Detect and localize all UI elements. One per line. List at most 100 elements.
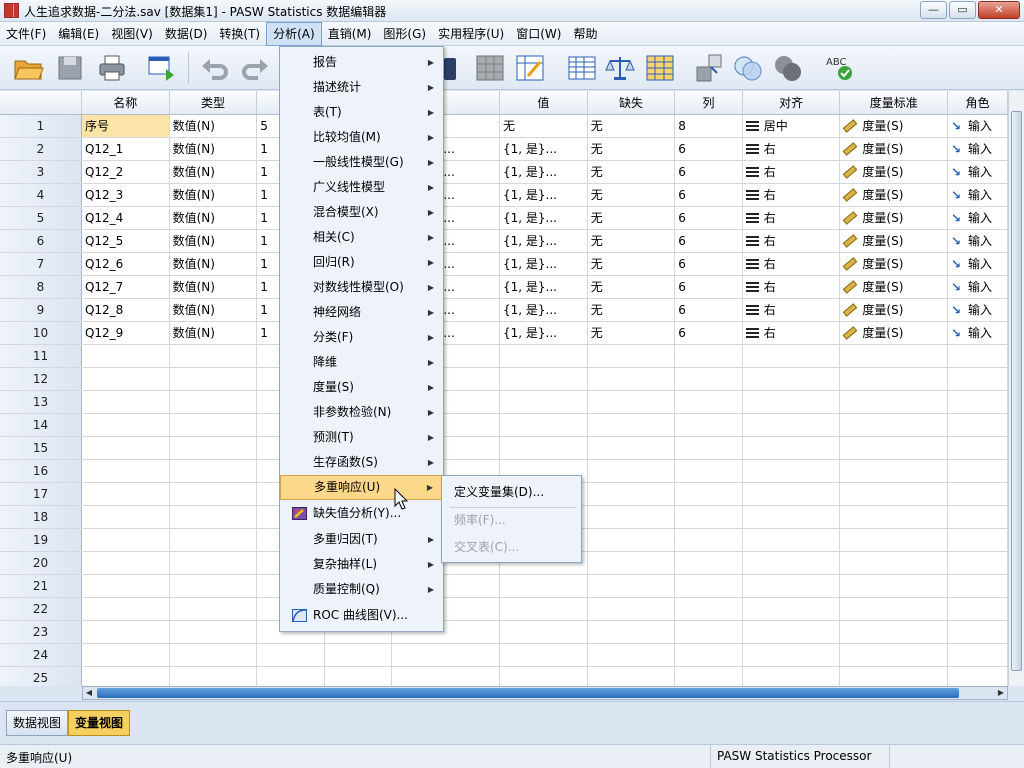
cell-type[interactable]: 数值(N)	[169, 206, 258, 230]
row-number[interactable]: 24	[0, 643, 82, 667]
submenu-define-variable-sets[interactable]: 定义变量集(D)...	[442, 479, 581, 505]
cell-name[interactable]: Q12_8	[81, 298, 170, 322]
cell-measure[interactable]: 度量(S)	[839, 321, 949, 345]
tab-data-view[interactable]: 数据视图	[6, 710, 69, 736]
cell-role[interactable]: ↘ 输入	[947, 298, 1008, 322]
horizontal-scrollbar[interactable]: ◀ ▶	[82, 686, 1008, 700]
vertical-scrollbar[interactable]	[1008, 91, 1024, 686]
empty-cell[interactable]	[674, 505, 743, 529]
analyze-menu-item[interactable]: 降维 ▶	[280, 350, 443, 375]
empty-cell[interactable]	[169, 367, 258, 391]
analyze-menu-item[interactable]: 相关(C) ▶	[280, 225, 443, 250]
row-number[interactable]: 6	[0, 229, 82, 253]
menu-window[interactable]: 窗口(W)	[510, 22, 567, 46]
empty-cell[interactable]	[947, 390, 1008, 414]
empty-cell[interactable]	[947, 597, 1008, 621]
row-number[interactable]: 23	[0, 620, 82, 644]
cell-missing[interactable]: 无	[587, 183, 676, 207]
empty-cell[interactable]	[391, 643, 500, 667]
empty-cell[interactable]	[169, 505, 258, 529]
cell-name[interactable]: Q12_4	[81, 206, 170, 230]
row-number[interactable]: 9	[0, 298, 82, 322]
cell-values[interactable]: {1, 是}...	[499, 160, 588, 184]
cell-missing[interactable]: 无	[587, 229, 676, 253]
row-number[interactable]: 12	[0, 367, 82, 391]
empty-cell[interactable]	[947, 505, 1008, 529]
row-number[interactable]: 1	[0, 114, 82, 138]
empty-cell[interactable]	[742, 436, 841, 460]
empty-cell[interactable]	[81, 344, 170, 368]
cell-measure[interactable]: 度量(S)	[839, 114, 949, 138]
cell-values[interactable]: {1, 是}...	[499, 321, 588, 345]
empty-cell[interactable]	[169, 528, 258, 552]
row-number[interactable]: 22	[0, 597, 82, 621]
cell-values[interactable]: {1, 是}...	[499, 275, 588, 299]
close-button[interactable]: ✕	[978, 1, 1020, 19]
cell-values[interactable]: {1, 是}...	[499, 298, 588, 322]
empty-cell[interactable]	[587, 505, 676, 529]
empty-cell[interactable]	[742, 620, 841, 644]
use-sets-icon[interactable]	[732, 52, 764, 84]
show-all-variables-icon[interactable]	[772, 52, 804, 84]
value-labels-icon[interactable]	[694, 52, 726, 84]
menu-transform[interactable]: 转换(T)	[213, 22, 266, 46]
cell-missing[interactable]: 无	[587, 206, 676, 230]
empty-cell[interactable]	[587, 482, 676, 506]
open-folder-icon[interactable]	[12, 52, 44, 84]
empty-cell[interactable]	[839, 344, 949, 368]
save-icon[interactable]	[54, 52, 86, 84]
menu-analyze[interactable]: 分析(A)	[266, 22, 322, 46]
empty-cell[interactable]	[839, 459, 949, 483]
analyze-menu-item[interactable]: 多重归因(T) ▶	[280, 527, 443, 552]
cell-align[interactable]: 右	[742, 298, 841, 322]
empty-cell[interactable]	[499, 436, 588, 460]
cell-missing[interactable]: 无	[587, 160, 676, 184]
analyze-menu-item[interactable]: 混合模型(X) ▶	[280, 200, 443, 225]
empty-cell[interactable]	[499, 344, 588, 368]
empty-cell[interactable]	[839, 390, 949, 414]
cell-measure[interactable]: 度量(S)	[839, 183, 949, 207]
cell-measure[interactable]: 度量(S)	[839, 252, 949, 276]
empty-cell[interactable]	[169, 574, 258, 598]
empty-cell[interactable]	[839, 413, 949, 437]
empty-cell[interactable]	[674, 528, 743, 552]
corner-cell[interactable]	[0, 91, 82, 115]
empty-cell[interactable]	[499, 574, 588, 598]
find-icon[interactable]	[474, 52, 506, 84]
empty-cell[interactable]	[742, 367, 841, 391]
cell-type[interactable]: 数值(N)	[169, 298, 258, 322]
analyze-menu-item[interactable]: 度量(S) ▶	[280, 375, 443, 400]
empty-cell[interactable]	[169, 344, 258, 368]
empty-cell[interactable]	[81, 505, 170, 529]
cell-values[interactable]: {1, 是}...	[499, 252, 588, 276]
empty-cell[interactable]	[81, 551, 170, 575]
cell-align[interactable]: 右	[742, 206, 841, 230]
row-number[interactable]: 11	[0, 344, 82, 368]
column-header-measure[interactable]: 度量标准	[839, 91, 949, 115]
analyze-menu-item[interactable]: ROC 曲线图(V)...	[280, 603, 443, 628]
empty-cell[interactable]	[499, 367, 588, 391]
analyze-menu-item[interactable]: 表(T) ▶	[280, 100, 443, 125]
empty-cell[interactable]	[742, 482, 841, 506]
cell-name[interactable]: Q12_3	[81, 183, 170, 207]
cell-align[interactable]: 居中	[742, 114, 841, 138]
empty-cell[interactable]	[256, 666, 325, 686]
cell-type[interactable]: 数值(N)	[169, 114, 258, 138]
empty-cell[interactable]	[81, 666, 170, 686]
empty-cell[interactable]	[499, 597, 588, 621]
empty-cell[interactable]	[947, 482, 1008, 506]
cell-align[interactable]: 右	[742, 183, 841, 207]
empty-cell[interactable]	[674, 482, 743, 506]
cell-values[interactable]: {1, 是}...	[499, 229, 588, 253]
empty-cell[interactable]	[81, 459, 170, 483]
row-number[interactable]: 16	[0, 459, 82, 483]
cell-missing[interactable]: 无	[587, 298, 676, 322]
row-number[interactable]: 17	[0, 482, 82, 506]
empty-cell[interactable]	[947, 367, 1008, 391]
row-number[interactable]: 20	[0, 551, 82, 575]
empty-cell[interactable]	[839, 436, 949, 460]
empty-cell[interactable]	[81, 528, 170, 552]
cell-role[interactable]: ↘ 输入	[947, 137, 1008, 161]
empty-cell[interactable]	[169, 436, 258, 460]
cell-align[interactable]: 右	[742, 275, 841, 299]
